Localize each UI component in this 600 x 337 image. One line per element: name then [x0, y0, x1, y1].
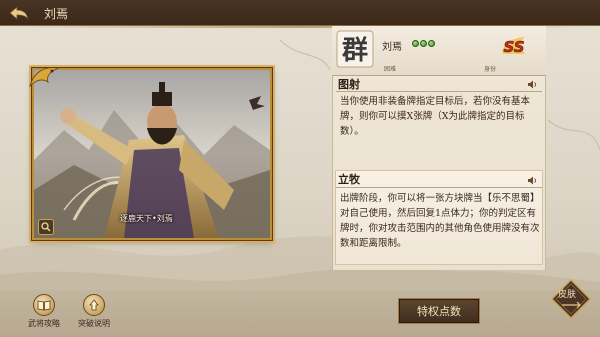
skin-caption: 逐鹿天下•刘焉 [120, 214, 173, 223]
rank-text: SS [503, 38, 524, 56]
faction-seal-char: 群 [341, 36, 368, 66]
skin-label: 皮肤 [558, 290, 577, 300]
skill-title-1: 图射 [338, 78, 360, 91]
difficulty-dot-icon [420, 40, 427, 47]
zoom-button[interactable] [38, 219, 54, 235]
faction-seal-icon: 群 [336, 30, 374, 68]
breakthrough-icon [83, 294, 105, 316]
book-icon [33, 294, 55, 316]
skill-description-1: 当你使用非装备牌指定目标后，若你没有基本牌，则你可以摸X张牌（X为此牌指定的目标… [340, 96, 531, 137]
skill-description-2: 出牌阶段，你可以将一张方块牌当【乐不思蜀】对自己使用，然后回复1点体力；你的判定… [340, 193, 540, 249]
speaker-icon [527, 176, 536, 184]
difficulty-dot-icon [412, 40, 419, 47]
skill-title-2: 立牧 [338, 173, 360, 186]
skill-divider-1 [336, 91, 542, 92]
top-bar [0, 0, 600, 28]
difficulty-label: 困难 [384, 66, 397, 73]
difficulty-rating [412, 40, 435, 47]
skill-divider-2 [336, 187, 542, 188]
breakthrough-info-button[interactable]: 突破说明 [78, 294, 110, 329]
character-name: 刘焉 [382, 42, 402, 53]
page-title: 刘焉 [44, 7, 69, 21]
difficulty-dot-icon [428, 40, 435, 47]
magnifier-icon [41, 222, 51, 232]
back-button[interactable] [6, 3, 32, 23]
hero-guide-label: 武将攻略 [28, 319, 60, 328]
skill-voice-button-1[interactable] [526, 79, 538, 89]
breakthrough-info-label: 突破说明 [78, 319, 110, 328]
identity-label: 身份 [484, 66, 497, 73]
hero-guide-button[interactable]: 武将攻略 [28, 294, 60, 329]
rank-badge-icon: SS [502, 37, 525, 56]
back-arrow-icon [9, 6, 29, 20]
dragon-corner-icon [29, 67, 60, 88]
skill-voice-button-2[interactable] [526, 175, 538, 185]
privilege-points-button[interactable]: 特权点数 [398, 298, 480, 324]
speaker-icon [527, 80, 536, 88]
